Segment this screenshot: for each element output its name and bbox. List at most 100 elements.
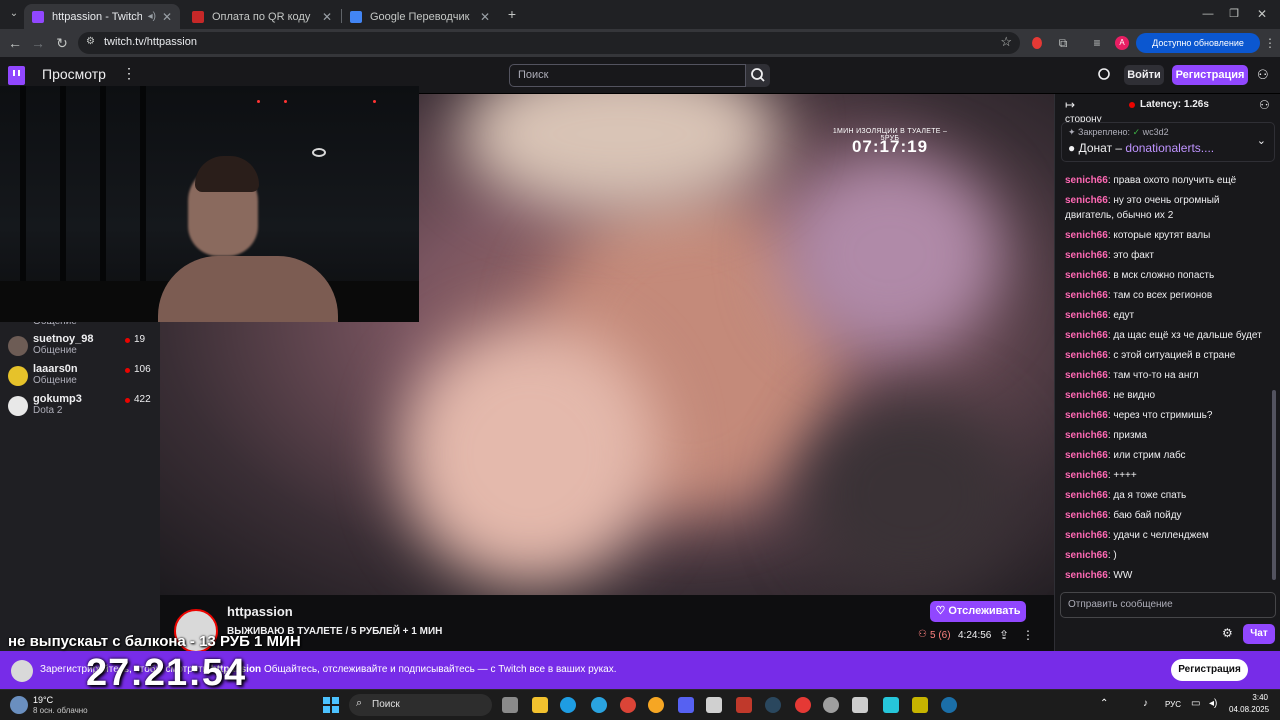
microphone-icon[interactable]: ♪	[1143, 698, 1148, 709]
network-icon[interactable]: ▭	[1191, 698, 1200, 709]
chat-username[interactable]: senich66	[1065, 330, 1108, 341]
app-icon[interactable]	[736, 697, 752, 713]
search-button[interactable]	[746, 64, 770, 87]
forward-icon[interactable]: →	[28, 33, 48, 53]
input-language[interactable]: РУС	[1165, 700, 1181, 709]
file-explorer-icon[interactable]	[532, 697, 548, 713]
app-icon[interactable]	[706, 697, 722, 713]
calculator-icon[interactable]	[852, 697, 868, 713]
address-bar[interactable]: ⚙ twitch.tv/httpassion ☆	[78, 32, 1020, 54]
extensions-puzzle-icon[interactable]: ⧉	[1053, 33, 1073, 53]
tab-google-translate[interactable]: Google Переводчик ✕	[342, 4, 498, 29]
sidebar-channel-gokump[interactable]: gokump3 Dota 2 422	[8, 393, 158, 423]
extension-icon[interactable]	[1032, 37, 1042, 49]
tab-qr-payment[interactable]: Оплата по QR коду ✕	[184, 4, 340, 29]
chat-username[interactable]: senich66	[1065, 270, 1108, 281]
chat-username[interactable]: senich66	[1065, 350, 1108, 361]
task-view-icon[interactable]	[502, 697, 518, 713]
chat-username[interactable]: senich66	[1065, 410, 1108, 421]
chat-username[interactable]: senich66	[1065, 230, 1108, 241]
volume-icon[interactable]: ◂)	[1209, 698, 1217, 709]
weather-icon[interactable]	[10, 696, 28, 714]
chat-settings-icon[interactable]: ⚙	[1222, 626, 1233, 640]
app-icon[interactable]	[648, 697, 664, 713]
back-icon[interactable]: ←	[5, 33, 25, 53]
steam-icon[interactable]	[765, 697, 781, 713]
streamer-name[interactable]: httpassion	[227, 604, 293, 619]
chrome-update-button[interactable]: Доступно обновление Chrome	[1136, 33, 1260, 68]
steam-icon[interactable]	[941, 697, 957, 713]
minimize-icon[interactable]: —	[1198, 4, 1218, 24]
chrome-icon[interactable]	[620, 697, 636, 713]
chat-username[interactable]: senich66	[1065, 570, 1108, 581]
pinned-message[interactable]: ✦ Закреплено: ✓ wc3d2 ● Донат – donation…	[1061, 122, 1275, 162]
chat-username[interactable]: senich66	[1065, 195, 1108, 206]
tab-close-icon[interactable]: ✕	[480, 10, 490, 24]
close-window-icon[interactable]: ✕	[1252, 4, 1272, 24]
search-input[interactable]: Поиск	[509, 64, 746, 87]
chat-username[interactable]: senich66	[1065, 470, 1108, 481]
clock-time[interactable]: 3:40	[1250, 693, 1268, 702]
restore-icon[interactable]: ❐	[1224, 4, 1244, 24]
chat-username[interactable]: senich66	[1065, 510, 1108, 521]
sidebar-channel-laaarson[interactable]: laaars0n Общение 106	[8, 363, 158, 393]
app-icon[interactable]	[912, 697, 928, 713]
follow-button[interactable]: ♡ Отслеживать	[930, 601, 1026, 622]
telegram-icon[interactable]	[591, 697, 607, 713]
tab-twitch[interactable]: httpassion - Twitch ◂) ✕	[24, 4, 180, 29]
viewer-count: 106	[134, 364, 151, 375]
prime-loot-icon[interactable]	[1096, 66, 1112, 82]
community-icon[interactable]: ⚇	[1259, 98, 1270, 112]
app-icon[interactable]	[678, 697, 694, 713]
chat-username[interactable]: senich66	[1065, 370, 1108, 381]
new-tab-icon[interactable]: +	[502, 4, 522, 24]
windows-start-icon[interactable]	[323, 697, 339, 713]
chat-username[interactable]: senich66	[1065, 290, 1108, 301]
yandex-icon[interactable]	[795, 697, 811, 713]
chevron-down-icon[interactable]: ⌄	[1257, 134, 1266, 147]
collapse-chat-icon[interactable]: ↦	[1065, 98, 1075, 112]
tab-close-icon[interactable]: ✕	[162, 10, 172, 24]
tab-close-icon[interactable]: ✕	[322, 10, 332, 24]
twitch-logo-icon[interactable]	[8, 66, 25, 85]
profile-avatar[interactable]: A	[1115, 36, 1129, 50]
chat-username[interactable]: senich66	[1065, 310, 1108, 321]
app-icon[interactable]	[883, 697, 899, 713]
chat-scrollbar[interactable]	[1272, 390, 1276, 580]
more-options-icon[interactable]: ⋮	[1022, 628, 1034, 642]
windows-search[interactable]: ⌕ Поиск	[349, 694, 492, 716]
chat-text: с этой ситуацией в стране	[1113, 350, 1236, 361]
edge-icon[interactable]	[560, 697, 576, 713]
login-button[interactable]: Войти	[1124, 65, 1164, 85]
chat-username[interactable]: senich66	[1065, 490, 1108, 501]
tab-search-icon[interactable]: ⌄	[4, 4, 24, 24]
chat-username[interactable]: senich66	[1065, 250, 1108, 261]
chat-username[interactable]: senich66	[1065, 390, 1108, 401]
clock-date[interactable]: 04.08.2025	[1229, 705, 1269, 714]
chat-username[interactable]: senich66	[1065, 550, 1108, 561]
chat-username[interactable]: senich66	[1065, 530, 1108, 541]
chat-message: senich66: с этой ситуацией в стране	[1065, 350, 1236, 361]
chat-username[interactable]: senich66	[1065, 175, 1108, 186]
chrome-menu-icon[interactable]: ⋮	[1260, 33, 1280, 53]
banner-signup-button[interactable]: Регистрация	[1171, 659, 1248, 681]
chat-input[interactable]: Отправить сообщение	[1060, 592, 1276, 618]
settings-icon[interactable]	[823, 697, 839, 713]
audio-icon[interactable]: ◂)	[148, 11, 156, 22]
chat-username[interactable]: senich66	[1065, 450, 1108, 461]
share-icon[interactable]: ⇪	[999, 628, 1009, 642]
streamer-hair	[195, 156, 259, 192]
donation-link[interactable]: donationalerts....	[1125, 141, 1214, 155]
bookmark-star-icon[interactable]: ☆	[1000, 34, 1012, 50]
sidebar-channel-suetnoy[interactable]: suetnoy_98 Общение 19	[8, 333, 158, 363]
reload-icon[interactable]: ↻	[52, 33, 72, 53]
site-info-icon[interactable]: ⚙	[86, 36, 95, 47]
media-queue-icon[interactable]: ≡	[1087, 33, 1107, 53]
more-menu-icon[interactable]: ⋮	[122, 65, 136, 82]
signup-button[interactable]: Регистрация	[1172, 65, 1248, 85]
tray-chevron-icon[interactable]: ⌃	[1100, 698, 1108, 709]
user-menu-icon[interactable]: ⚇	[1257, 67, 1269, 83]
browse-link[interactable]: Просмотр	[42, 66, 106, 82]
chat-username[interactable]: senich66	[1065, 430, 1108, 441]
chat-send-button[interactable]: Чат	[1243, 624, 1275, 644]
